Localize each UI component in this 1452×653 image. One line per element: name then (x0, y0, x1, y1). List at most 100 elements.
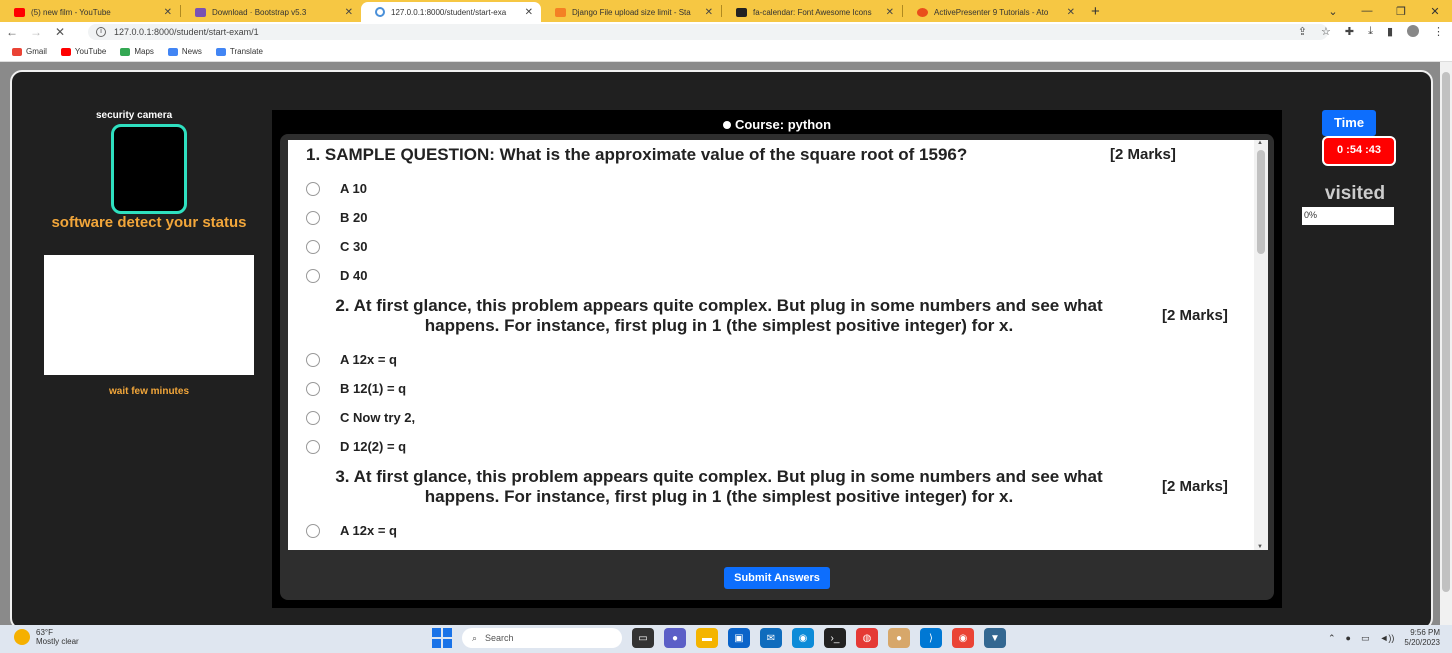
taskbar-apps: ⌕ Search ▭ ● ▬ ▣ ✉ ◉ ›_ ◍ ● ⟩ ◉ ▼ (432, 628, 1006, 648)
question-3-marks: [2 Marks] (1162, 478, 1228, 495)
close-window-button[interactable]: ✕ (1418, 5, 1452, 18)
question-1-option-a[interactable]: A 10 (306, 181, 367, 196)
activepresenter-icon (917, 7, 928, 17)
radio-button[interactable] (306, 210, 320, 225)
page-scrollbar-thumb[interactable] (1442, 72, 1450, 592)
scrollbar-thumb[interactable] (1257, 150, 1265, 254)
question-1-option-b[interactable]: B 20 (306, 210, 367, 225)
fontawesome-icon (736, 7, 747, 17)
windows-start-icon[interactable] (432, 628, 452, 648)
page-scrollbar[interactable] (1440, 62, 1452, 625)
sidepanel-icon[interactable]: ▮ (1387, 25, 1393, 38)
bookmark-gmail[interactable]: Gmail (12, 47, 47, 56)
question-1-option-c[interactable]: C 30 (306, 239, 367, 254)
mic-icon[interactable]: ● (1346, 633, 1351, 643)
back-icon[interactable]: ← (0, 25, 24, 39)
terminal-icon[interactable]: ›_ (824, 628, 846, 648)
youtube-icon (14, 7, 25, 17)
radio-button[interactable] (306, 239, 320, 254)
radio-button[interactable] (306, 181, 320, 196)
close-icon[interactable]: ✕ (886, 7, 894, 18)
taskbar-search[interactable]: ⌕ Search (462, 628, 622, 648)
question-1-option-d[interactable]: D 40 (306, 268, 367, 283)
radio-button[interactable] (306, 352, 320, 367)
edge-icon[interactable]: ◉ (792, 628, 814, 648)
question-2-option-a[interactable]: A 12x = q (306, 352, 397, 367)
radio-button[interactable] (306, 268, 320, 283)
url-field[interactable]: i 127.0.0.1:8000/student/start-exam/1 (88, 24, 1328, 40)
weather-icon (14, 629, 30, 645)
gmail-icon (12, 47, 22, 56)
star-icon[interactable]: ☆ (1321, 25, 1331, 38)
question-2-option-d[interactable]: D 12(2) = q (306, 439, 406, 454)
forward-icon[interactable]: → (24, 25, 48, 39)
bullet-icon (722, 121, 731, 129)
tab-bootstrap[interactable]: Download · Bootstrap v5.3 ✕ (181, 2, 361, 22)
volume-icon[interactable]: ◄)) (1380, 633, 1395, 643)
clock[interactable]: 9:56 PM 5/20/2023 (1404, 628, 1440, 648)
radio-button[interactable] (306, 381, 320, 396)
radio-button[interactable] (306, 523, 320, 538)
close-icon[interactable]: ✕ (164, 7, 172, 18)
tab-stackoverflow[interactable]: Django File upload size limit - Sta ✕ (541, 2, 721, 22)
question-3-text: 3. At first glance, this problem appears… (335, 467, 1103, 506)
radio-button[interactable] (306, 439, 320, 454)
question-1-marks: [2 Marks] (1110, 146, 1176, 163)
display-icon[interactable]: ▭ (1361, 633, 1370, 644)
tab-fontawesome[interactable]: fa-calendar: Font Awesome Icons ✕ (722, 2, 902, 22)
site-info-icon[interactable]: i (96, 27, 106, 37)
task-view-icon[interactable]: ▭ (632, 628, 654, 648)
bookmark-youtube[interactable]: YouTube (60, 47, 106, 56)
scroll-down-icon[interactable]: ▼ (1257, 544, 1263, 550)
tab-activepresenter[interactable]: ActivePresenter 9 Tutorials - Ato ✕ (903, 2, 1083, 22)
search-icon: ⌕ (472, 632, 478, 643)
extensions-icon[interactable]: ✚ (1345, 25, 1354, 38)
scroll-up-icon[interactable]: ▲ (1257, 140, 1263, 146)
visited-label: visited (1324, 183, 1386, 204)
tab-exam[interactable]: 127.0.0.1:8000/student/start-exa ✕ (361, 2, 541, 22)
chevron-up-icon[interactable]: ⌃ (1328, 633, 1336, 644)
browser-tab-bar: (5) new film - YouTube ✕ Download · Boot… (0, 0, 1452, 22)
question-3-option-a[interactable]: A 12x = q (306, 523, 397, 538)
chrome-notify-icon[interactable]: ◍ (856, 628, 878, 648)
question-2-marks: [2 Marks] (1162, 307, 1228, 324)
app-icon[interactable]: ● (888, 628, 910, 648)
close-icon[interactable]: ✕ (525, 7, 533, 18)
mail-icon[interactable]: ✉ (760, 628, 782, 648)
questions-panel[interactable]: 1. SAMPLE QUESTION: What is the approxim… (288, 140, 1268, 550)
restore-button[interactable]: ❐ (1384, 5, 1418, 18)
stop-icon[interactable]: ✕ (48, 25, 72, 39)
close-icon[interactable]: ✕ (705, 7, 713, 18)
weather-widget[interactable]: 63°F Mostly clear (14, 628, 79, 646)
window-controls: ⌄ — ❐ ✕ (1316, 0, 1452, 22)
bookmark-maps[interactable]: Maps (120, 47, 154, 56)
tab-youtube[interactable]: (5) new film - YouTube ✕ (0, 2, 180, 22)
new-tab-button[interactable]: + (1091, 3, 1100, 20)
file-explorer-icon[interactable]: ▬ (696, 628, 718, 648)
bookmark-translate[interactable]: Translate (215, 47, 263, 56)
questions-scrollbar[interactable]: ▲ ▼ (1254, 140, 1268, 550)
postgres-icon[interactable]: ▼ (984, 628, 1006, 648)
teams-icon[interactable]: ● (664, 628, 686, 648)
store-icon[interactable]: ▣ (728, 628, 750, 648)
visited-progress: 0% (1302, 207, 1394, 225)
chrome-icon[interactable]: ◉ (952, 628, 974, 648)
close-icon[interactable]: ✕ (1067, 7, 1075, 18)
submit-answers-button[interactable]: Submit Answers (724, 567, 830, 589)
status-display (44, 255, 254, 375)
bookmark-news[interactable]: News (167, 47, 202, 56)
tab-search-icon[interactable]: ⌄ (1316, 5, 1350, 18)
vscode-icon[interactable]: ⟩ (920, 628, 942, 648)
menu-icon[interactable]: ⋮ (1433, 25, 1444, 38)
question-2-option-c[interactable]: C Now try 2, (306, 410, 415, 425)
question-1-text: 1. SAMPLE QUESTION: What is the approxim… (306, 145, 968, 164)
question-2-option-b[interactable]: B 12(1) = q (306, 381, 406, 396)
radio-button[interactable] (306, 410, 320, 425)
system-tray: ⌃ ● ▭ ◄)) 9:56 PM 5/20/2023 (1328, 628, 1440, 648)
download-icon[interactable]: ⤓ (1368, 25, 1373, 38)
close-icon[interactable]: ✕ (345, 7, 353, 18)
share-icon[interactable]: ⇪ (1298, 25, 1307, 38)
profile-avatar[interactable] (1407, 25, 1419, 37)
stackoverflow-icon (555, 7, 566, 17)
minimize-button[interactable]: — (1350, 5, 1384, 17)
